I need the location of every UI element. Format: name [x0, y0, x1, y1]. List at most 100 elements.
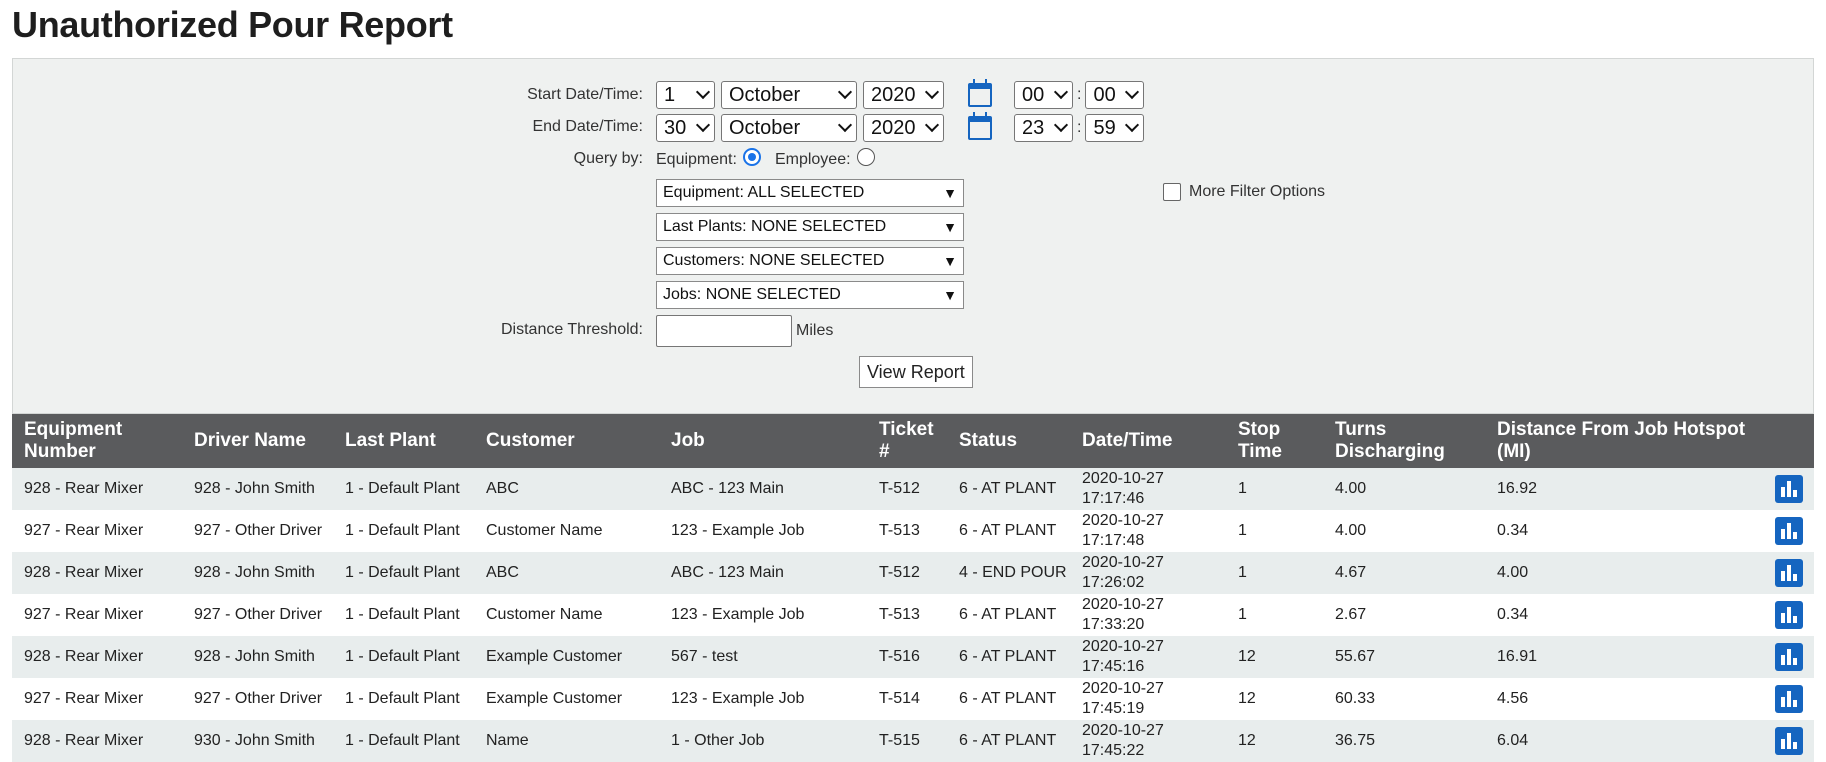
customer-cell: Example Customer	[486, 648, 623, 665]
datetime-date: 2020-10-27	[1082, 638, 1164, 655]
row-actions	[1765, 559, 1814, 587]
end-minute-value: 59	[1093, 116, 1116, 139]
last-plant-cell: 1 - Default Plant	[345, 732, 460, 749]
header-ticket-line2: #	[879, 441, 890, 462]
customer-cell: Example Customer	[486, 690, 623, 707]
equipment-dropdown-arrow-icon: ▼	[943, 185, 957, 201]
bar-chart-icon[interactable]	[1775, 475, 1803, 503]
distance-threshold-label: Distance Threshold:	[501, 321, 643, 338]
distance-threshold-input[interactable]	[656, 315, 792, 347]
stop-time-cell: 1	[1238, 606, 1247, 623]
bar-chart-icon[interactable]	[1775, 517, 1803, 545]
driver-cell: 927 - Other Driver	[194, 522, 323, 539]
ticket-cell: T-516	[879, 648, 920, 665]
distance-cell: 6.04	[1497, 732, 1529, 749]
customer-cell: ABC	[486, 564, 519, 581]
view-report-button[interactable]: View Report	[859, 356, 973, 388]
start-month-value: October	[729, 83, 801, 106]
driver-cell: 927 - Other Driver	[194, 606, 323, 623]
start-month-select[interactable]: October	[721, 81, 857, 109]
bar-chart-icon[interactable]	[1775, 601, 1803, 629]
header-distance-line1: Distance From Job Hotspot	[1497, 419, 1746, 440]
header-stop-time[interactable]: Stop Time	[1226, 419, 1323, 463]
job-cell: ABC - 123 Main	[671, 564, 784, 581]
turns-cell: 36.75	[1335, 732, 1376, 749]
employee-radio-label: Employee:	[774, 151, 851, 168]
end-minute-select[interactable]: 59	[1085, 114, 1145, 142]
status-cell: 6 - AT PLANT	[959, 690, 1057, 707]
customer-cell: Customer Name	[486, 522, 603, 539]
start-time-colon: :	[1077, 86, 1082, 103]
table-row: 928 - Rear Mixer 930 - John Smith 1 - Defa…	[12, 720, 1814, 762]
employee-radio[interactable]	[856, 148, 875, 166]
datetime-cell: 2020-10-27 17:45:22	[1070, 721, 1226, 761]
end-day-select[interactable]: 30	[656, 114, 715, 142]
start-calendar-icon[interactable]	[968, 79, 992, 107]
header-stop-line1: Stop	[1238, 419, 1281, 440]
bar-chart-icon[interactable]	[1775, 559, 1803, 587]
stop-time-cell: 1	[1238, 564, 1247, 581]
job-cell: 123 - Example Job	[671, 606, 805, 623]
customer-cell: Name	[486, 732, 529, 749]
datetime-cell: 2020-10-27 17:33:20	[1070, 595, 1226, 635]
start-minute-value: 00	[1093, 83, 1116, 106]
equipment-dropdown[interactable]: Equipment: ALL SELECTED ▼	[656, 179, 964, 207]
distance-cell: 16.91	[1497, 648, 1538, 665]
status-cell: 4 - END POUR	[959, 564, 1067, 581]
header-ticket[interactable]: Ticket #	[867, 419, 947, 463]
more-filter-options[interactable]: More Filter Options	[1163, 183, 1325, 201]
equipment-cell: 927 - Rear Mixer	[24, 522, 144, 539]
distance-cell: 4.56	[1497, 690, 1529, 707]
stop-time-cell: 12	[1238, 732, 1256, 749]
end-calendar-icon[interactable]	[968, 112, 992, 140]
header-driver-name[interactable]: Driver Name	[182, 430, 333, 452]
row-actions	[1765, 517, 1814, 545]
turns-cell: 4.00	[1335, 522, 1367, 539]
equipment-radio[interactable]	[742, 148, 761, 166]
jobs-dropdown[interactable]: Jobs: NONE SELECTED ▼	[656, 281, 964, 309]
more-filter-label: More Filter Options	[1189, 183, 1326, 200]
bar-chart-icon[interactable]	[1775, 643, 1803, 671]
header-status[interactable]: Status	[947, 430, 1070, 452]
end-datetime-label: End Date/Time:	[532, 118, 643, 135]
customers-dropdown-arrow-icon: ▼	[943, 253, 957, 269]
ticket-cell: T-514	[879, 690, 920, 707]
last-plants-dropdown[interactable]: Last Plants: NONE SELECTED ▼	[656, 213, 964, 241]
end-month-select[interactable]: October	[721, 114, 857, 142]
start-minute-select[interactable]: 00	[1085, 81, 1145, 109]
job-cell: 123 - Example Job	[671, 522, 805, 539]
more-filter-checkbox[interactable]	[1163, 183, 1181, 201]
status-cell: 6 - AT PLANT	[959, 606, 1057, 623]
table-row: 928 - Rear Mixer 928 - John Smith 1 - Defa…	[12, 552, 1814, 594]
header-equipment-number[interactable]: Equipment Number	[12, 419, 182, 463]
datetime-time: 17:33:20	[1082, 616, 1145, 633]
bar-chart-icon[interactable]	[1775, 727, 1803, 755]
header-turns-discharging[interactable]: Turns Discharging	[1323, 419, 1485, 463]
equipment-cell: 927 - Rear Mixer	[24, 606, 144, 623]
header-last-plant[interactable]: Last Plant	[333, 430, 474, 452]
start-day-select[interactable]: 1	[656, 81, 715, 109]
driver-cell: 928 - John Smith	[194, 480, 315, 497]
header-equipment-line2: Number	[24, 441, 96, 462]
query-by-row: Equipment: Employee:	[656, 148, 889, 169]
bar-chart-icon[interactable]	[1775, 685, 1803, 713]
start-year-select[interactable]: 2020	[863, 81, 944, 109]
equipment-dropdown-value: Equipment: ALL SELECTED	[663, 184, 865, 201]
datetime-date: 2020-10-27	[1082, 554, 1164, 571]
turns-cell: 60.33	[1335, 690, 1376, 707]
end-month-value: October	[729, 116, 801, 139]
end-hour-select[interactable]: 23	[1014, 114, 1073, 142]
customers-dropdown[interactable]: Customers: NONE SELECTED ▼	[656, 247, 964, 275]
end-year-select[interactable]: 2020	[863, 114, 944, 142]
datetime-cell: 2020-10-27 17:45:16	[1070, 637, 1226, 677]
header-customer[interactable]: Customer	[474, 430, 659, 452]
header-job[interactable]: Job	[659, 430, 867, 452]
start-day-value: 1	[664, 83, 676, 106]
header-datetime[interactable]: Date/Time	[1070, 430, 1226, 452]
distance-cell: 4.00	[1497, 564, 1529, 581]
datetime-date: 2020-10-27	[1082, 722, 1164, 739]
header-distance[interactable]: Distance From Job Hotspot (MI)	[1485, 419, 1765, 463]
start-hour-select[interactable]: 00	[1014, 81, 1073, 109]
table-row: 927 - Rear Mixer 927 - Other Driver 1 - De…	[12, 594, 1814, 636]
last-plant-cell: 1 - Default Plant	[345, 648, 460, 665]
